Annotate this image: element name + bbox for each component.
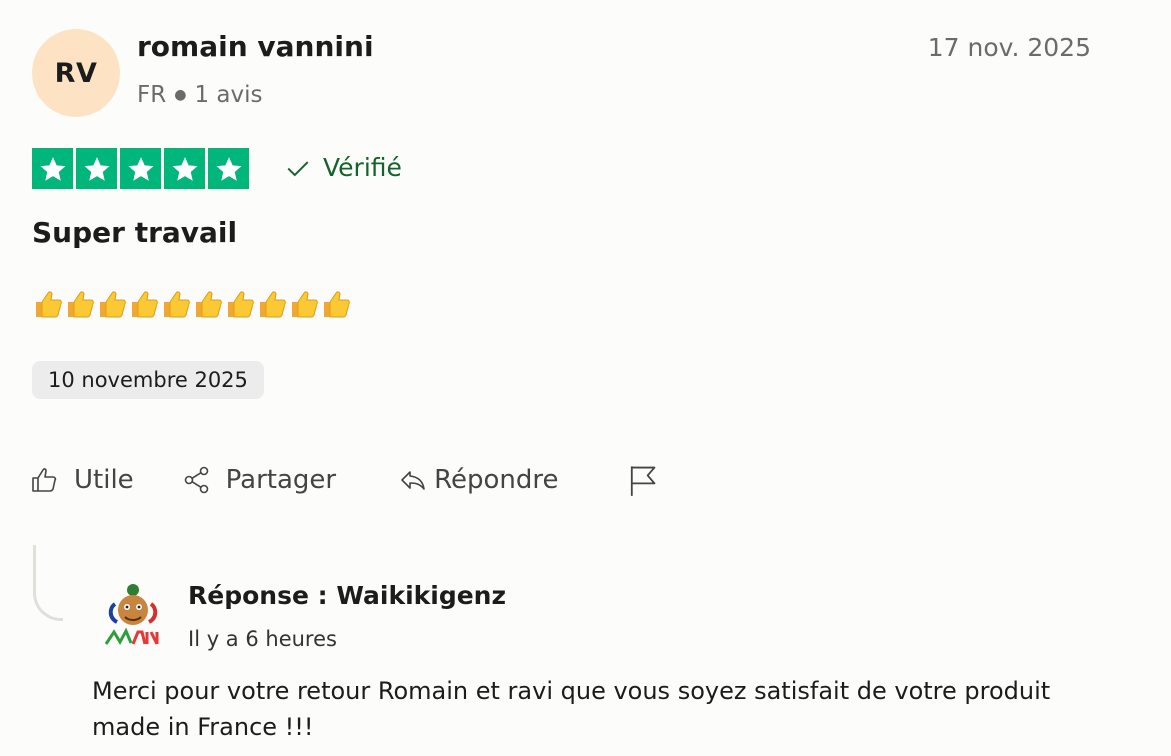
review-body xyxy=(32,287,352,321)
reviewer-review-count: 1 avis xyxy=(194,82,263,108)
verified-badge[interactable]: Vérifié xyxy=(285,153,402,182)
experience-date-chip: 10 novembre 2025 xyxy=(32,361,264,399)
reply-author: Réponse : Waikikigenz xyxy=(188,581,507,610)
thumbs-up-emoji-icon xyxy=(68,291,94,318)
company-logo-icon[interactable] xyxy=(103,582,163,650)
review-actions: Utile Partager Répondre xyxy=(30,462,659,498)
checkmark-icon xyxy=(287,160,309,176)
thumbs-up-emoji-icon xyxy=(164,291,190,318)
avatar: RV xyxy=(32,29,120,117)
useful-button[interactable]: Utile xyxy=(30,465,134,495)
thumbs-up-emoji-icon xyxy=(324,291,350,318)
thumbs-up-emoji-icon xyxy=(132,291,158,318)
company-reply: Réponse : Waikikigenz Il y a 6 heures Me… xyxy=(33,545,1171,756)
review-date: 17 nov. 2025 xyxy=(927,33,1091,62)
avatar-initials: RV xyxy=(54,57,98,89)
report-button[interactable] xyxy=(625,462,659,498)
star-icon xyxy=(76,148,117,189)
thumbs-up-emoji-icon xyxy=(292,291,318,318)
reply-icon xyxy=(401,471,425,490)
star-icon xyxy=(164,148,205,189)
reply-label: Répondre xyxy=(434,465,559,495)
reviewer-name[interactable]: romain vannini xyxy=(137,30,374,63)
separator-dot: ● xyxy=(174,87,187,103)
thumbs-up-emoji-icon xyxy=(260,291,286,318)
useful-label: Utile xyxy=(74,465,134,495)
reply-text: Merci pour votre retour Romain et ravi q… xyxy=(92,677,1051,741)
reply-connector xyxy=(33,545,63,621)
reply-button[interactable]: Répondre xyxy=(398,465,559,495)
share-icon xyxy=(184,466,208,494)
review-title: Super travail xyxy=(32,216,238,249)
flag-icon xyxy=(630,466,655,496)
star-rating xyxy=(32,148,249,189)
verified-label: Vérifié xyxy=(323,153,402,182)
thumbs-up-emoji-icon xyxy=(36,291,62,318)
thumbs-up-emoji-icon xyxy=(196,291,222,318)
reviewer-country: FR xyxy=(137,82,167,108)
reply-time: Il y a 6 heures xyxy=(188,627,337,651)
share-button[interactable]: Partager xyxy=(182,465,336,495)
thumbs-up-emoji-icon xyxy=(228,291,254,318)
thumbs-up-icon xyxy=(32,468,57,492)
star-icon xyxy=(208,148,249,189)
share-label: Partager xyxy=(225,465,337,495)
star-icon xyxy=(120,148,161,189)
star-icon xyxy=(32,148,73,189)
reviewer-meta: FR ● 1 avis xyxy=(137,82,262,108)
thumbs-up-emoji-icon xyxy=(100,291,126,318)
